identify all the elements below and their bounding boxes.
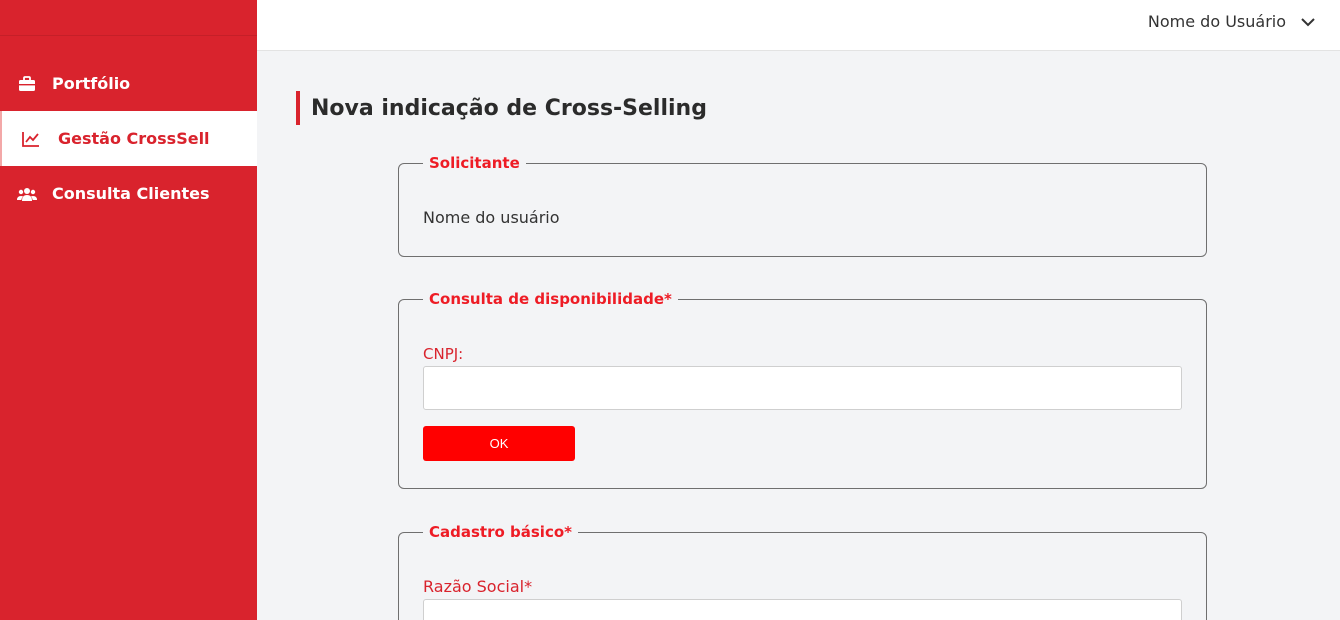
solicitante-section: Solicitante Nome do usuário xyxy=(398,154,1207,257)
briefcase-icon xyxy=(17,74,37,94)
top-bar: Nome do Usuário xyxy=(257,0,1340,51)
section-legend: Cadastro básico* xyxy=(429,523,572,541)
disponibilidade-section: Consulta de disponibilidade* CNPJ: OK xyxy=(398,290,1207,489)
user-name: Nome do Usuário xyxy=(1147,12,1286,31)
users-icon xyxy=(17,184,37,204)
section-legend: Consulta de disponibilidade* xyxy=(429,290,672,308)
sidebar-item-label: Portfólio xyxy=(52,74,131,93)
sidebar: Portfólio Gestão CrossSell Consulta Clie… xyxy=(0,0,257,620)
sidebar-brand-area xyxy=(0,0,257,36)
section-legend: Solicitante xyxy=(429,154,520,172)
ok-button[interactable]: OK xyxy=(423,426,575,461)
razao-social-label: Razão Social* xyxy=(423,577,533,596)
chevron-down-icon xyxy=(1300,13,1318,31)
cnpj-label: CNPJ: xyxy=(423,345,464,363)
solicitante-value: Nome do usuário xyxy=(423,208,560,227)
sidebar-item-label: Gestão CrossSell xyxy=(58,129,210,148)
page-title: Nova indicação de Cross-Selling xyxy=(296,91,707,125)
sidebar-item-label: Consulta Clientes xyxy=(52,184,210,203)
sidebar-item-gestao-crosssell[interactable]: Gestão CrossSell xyxy=(0,111,257,166)
sidebar-item-consulta-clientes[interactable]: Consulta Clientes xyxy=(0,166,257,221)
user-menu[interactable]: Nome do Usuário xyxy=(1148,12,1318,31)
sidebar-item-portfolio[interactable]: Portfólio xyxy=(0,56,257,111)
line-chart-icon xyxy=(21,129,41,149)
cnpj-input[interactable] xyxy=(423,366,1182,410)
razao-social-input[interactable] xyxy=(423,599,1182,620)
cadastro-section: Cadastro básico* Razão Social* xyxy=(398,523,1207,620)
